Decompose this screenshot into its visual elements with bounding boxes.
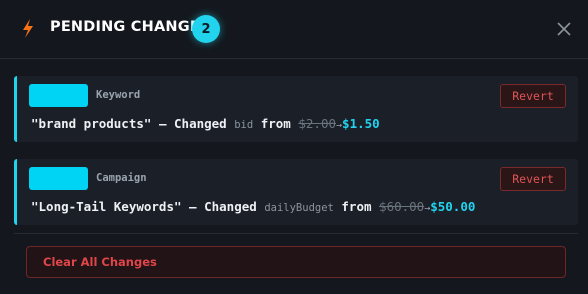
clear-all-changes-button[interactable]: Clear All Changes (26, 246, 566, 278)
entity-name: "Long-Tail Keywords" (31, 199, 182, 214)
type-chip (29, 167, 88, 190)
old-value: $60.00 (379, 199, 425, 214)
change-type-label: Keyword (96, 89, 141, 101)
change-type-label: Campaign (96, 172, 147, 184)
panel-title: PENDING CHANGES (50, 19, 211, 35)
field-name: dailyBudget (264, 202, 334, 214)
change-card: Keyword Revert "brand products" — Change… (14, 76, 578, 142)
change-description: "Long-Tail Keywords" — Changed dailyBudg… (31, 199, 475, 214)
change-description: "brand products" — Changed bid from $2.0… (31, 116, 380, 131)
entity-name: "brand products" (31, 116, 152, 131)
panel-header: PENDING CHANGES 2 (0, 0, 588, 58)
header-divider (0, 58, 588, 59)
separator: — (189, 199, 197, 214)
revert-button[interactable]: Revert (500, 167, 566, 191)
action-text: Changed (204, 199, 257, 214)
close-icon[interactable] (554, 19, 574, 39)
pending-count-badge: 2 (192, 15, 220, 43)
new-value: $50.00 (430, 199, 476, 214)
field-name: bid (234, 119, 254, 131)
change-card: Campaign Revert "Long-Tail Keywords" — C… (14, 159, 578, 225)
new-value: $1.50 (342, 116, 380, 131)
old-value: $2.00 (298, 116, 337, 131)
revert-button[interactable]: Revert (500, 84, 566, 108)
action-text: Changed (174, 116, 227, 131)
type-chip (29, 84, 88, 107)
separator: — (158, 116, 167, 131)
lightning-bolt-icon (23, 19, 33, 38)
footer-divider (14, 233, 578, 234)
from-text: from (341, 199, 372, 214)
from-text: from (260, 116, 291, 131)
